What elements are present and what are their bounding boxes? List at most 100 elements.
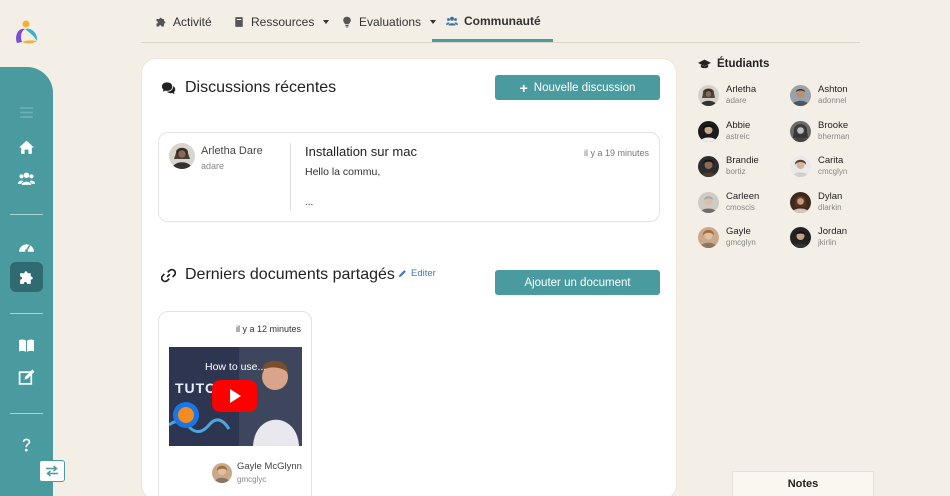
- student-username: bherman: [818, 132, 850, 141]
- play-button[interactable]: [212, 380, 257, 412]
- new-discussion-button[interactable]: + Nouvelle discussion: [495, 75, 660, 100]
- student-username: cmoscis: [726, 203, 755, 212]
- sidebar-item-users[interactable]: [10, 163, 43, 193]
- student-item[interactable]: Carita cmcglyn: [790, 154, 880, 180]
- student-username: bortiz: [726, 167, 746, 176]
- tab-activite[interactable]: Activité: [155, 0, 212, 43]
- student-item[interactable]: Carleen cmoscis: [698, 190, 788, 216]
- book-icon: [19, 338, 34, 352]
- avatar: [169, 143, 195, 169]
- student-username: jkirlin: [818, 238, 837, 247]
- notes-panel-tab[interactable]: Notes: [732, 471, 874, 496]
- sidebar-item-resources[interactable]: [10, 330, 43, 360]
- student-name: Dylan: [818, 191, 843, 202]
- student-username: adonnel: [818, 96, 847, 105]
- student-name: Gayle: [726, 226, 751, 237]
- sidebar: [0, 67, 53, 496]
- avatar: [698, 156, 719, 177]
- swap-icon: [46, 465, 58, 477]
- document-author: Gayle McGlynn: [237, 461, 302, 472]
- avatar: [790, 85, 811, 106]
- tab-label: Ressources: [251, 14, 315, 29]
- add-document-label: Ajouter un document: [524, 276, 631, 289]
- student-username: cmcglyn: [818, 167, 848, 176]
- tab-label: Communauté: [464, 14, 541, 28]
- edit-label: Editer: [411, 268, 436, 279]
- bulb-icon: [343, 16, 351, 27]
- tab-label: Activité: [173, 14, 212, 29]
- graduation-cap-icon: [698, 59, 711, 68]
- document-card[interactable]: il y a 12 minutes TUTO How to use... Gay…: [158, 311, 312, 496]
- discussions-heading: Discussions récentes: [161, 79, 336, 97]
- student-name: Brooke: [818, 120, 849, 131]
- sidebar-item-activities[interactable]: [10, 262, 43, 292]
- video-thumbnail[interactable]: TUTO How to use...: [169, 347, 302, 446]
- student-name: Carita: [818, 155, 844, 166]
- play-icon: [229, 389, 241, 403]
- student-username: astreic: [726, 132, 750, 141]
- pencil-icon: [398, 270, 406, 278]
- students-heading: Étudiants: [698, 58, 769, 70]
- app-logo[interactable]: [11, 17, 41, 47]
- top-navigation: Activité Ressources Evaluations Communau…: [141, 0, 860, 43]
- discussion-time: il y a 19 minutes: [583, 148, 649, 158]
- avatar: [790, 227, 811, 248]
- avatar: [698, 85, 719, 106]
- tab-label: Evaluations: [359, 14, 422, 29]
- student-item[interactable]: Abbie astreic: [698, 119, 788, 145]
- document-time: il y a 12 minutes: [235, 324, 301, 334]
- users-icon: [18, 172, 35, 185]
- add-document-button[interactable]: Ajouter un document: [495, 270, 660, 295]
- tab-evaluations[interactable]: Evaluations: [341, 0, 437, 43]
- tab-communaute[interactable]: Communauté: [432, 0, 553, 42]
- help-icon: [22, 438, 31, 452]
- video-overlay-text: TUTO: [175, 380, 217, 396]
- student-name: Abbie: [726, 120, 751, 131]
- plus-icon: +: [519, 79, 528, 96]
- student-item[interactable]: Arletha adare: [698, 83, 788, 109]
- tab-ressources[interactable]: Ressources: [233, 0, 330, 43]
- student-item[interactable]: Jordan jkirlin: [790, 225, 880, 251]
- notes-label: Notes: [787, 478, 819, 490]
- student-name: Ashton: [818, 84, 848, 95]
- sidebar-item-home[interactable]: [10, 132, 43, 162]
- puzzle-icon: [156, 17, 166, 26]
- student-username: adare: [726, 96, 747, 105]
- menu-icon: [20, 106, 33, 118]
- puzzle-icon: [20, 270, 33, 284]
- video-title: How to use...: [205, 361, 267, 373]
- book-icon: [235, 16, 243, 27]
- sidebar-toggle-button[interactable]: [39, 460, 65, 482]
- community-card: Discussions récentes + Nouvelle discussi…: [142, 59, 676, 496]
- discussion-username: adare: [201, 161, 225, 171]
- avatar: [698, 192, 719, 213]
- discussion-subject: Installation sur mac: [305, 144, 417, 159]
- chevron-down-icon: [323, 19, 330, 24]
- edit-documents-link[interactable]: Editer: [398, 268, 436, 279]
- comments-icon: [161, 81, 176, 94]
- sidebar-item-dashboard[interactable]: [10, 232, 43, 262]
- student-name: Arletha: [726, 84, 757, 95]
- sidebar-item-edit[interactable]: [10, 362, 43, 392]
- document-username: gmcglyc: [237, 475, 267, 484]
- student-item[interactable]: Brandie bortiz: [698, 154, 788, 180]
- student-username: dlarkin: [818, 203, 842, 212]
- documents-heading: Derniers documents partagés: [161, 266, 395, 284]
- student-item[interactable]: Gayle gmcglyn: [698, 225, 788, 251]
- link-icon: [161, 268, 176, 282]
- sidebar-item-help[interactable]: [10, 429, 43, 459]
- sidebar-menu[interactable]: [10, 97, 43, 127]
- student-item[interactable]: Brooke bherman: [790, 119, 880, 145]
- discussion-body: Hello la commu,: [305, 166, 381, 178]
- student-item[interactable]: Ashton adonnel: [790, 83, 880, 109]
- documents-title: Derniers documents partagés: [185, 266, 395, 283]
- discussion-author: Arletha Dare: [201, 145, 263, 157]
- users-icon: [446, 16, 458, 26]
- discussion-ellipsis: ...: [305, 197, 314, 208]
- edit-icon: [18, 369, 35, 385]
- student-name: Carleen: [726, 191, 760, 202]
- avatar: [790, 156, 811, 177]
- student-item[interactable]: Dylan dlarkin: [790, 190, 880, 216]
- avatar: [790, 192, 811, 213]
- discussion-item[interactable]: Arletha Dare adare Installation sur mac …: [158, 132, 660, 222]
